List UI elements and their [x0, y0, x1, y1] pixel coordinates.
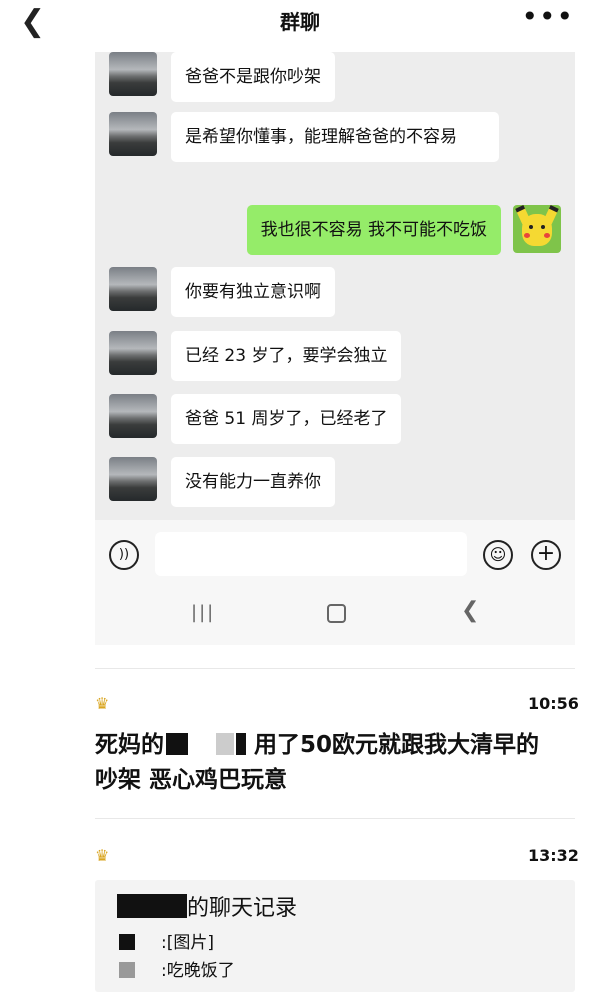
- post-text[interactable]: 死妈的 用了50欧元就跟我大清早的 吵架 恶心鸡巴玩意: [95, 728, 585, 798]
- plus-icon[interactable]: +: [531, 540, 561, 570]
- home-icon[interactable]: [327, 604, 346, 623]
- avatar[interactable]: [109, 52, 157, 96]
- message-bubble[interactable]: 是希望你懂事，能理解爸爸的不容易: [171, 112, 499, 162]
- chat-title: 群聊: [280, 9, 320, 34]
- post-time: 10:56: [528, 694, 579, 713]
- redaction-block: [166, 733, 188, 755]
- forward-title: 的聊天记录: [117, 890, 297, 922]
- avatar[interactable]: [109, 267, 157, 311]
- message-input[interactable]: [155, 532, 467, 576]
- input-bar: )) ☺ + ||| ❮: [95, 520, 575, 645]
- cheek-shape: [524, 233, 530, 238]
- eye-shape: [529, 225, 533, 229]
- message-bubble[interactable]: 没有能力一直养你: [171, 457, 335, 507]
- top-bar: ❮ 群聊 •••: [0, 0, 600, 40]
- crown-icon: ♛: [95, 846, 110, 865]
- system-nav-bar: ||| ❮: [95, 598, 575, 632]
- eye-shape: [541, 225, 545, 229]
- forwarded-chat-record[interactable]: 的聊天记录 :[图片] :吃晚饭了: [95, 880, 575, 992]
- message-row: 是希望你懂事，能理解爸爸的不容易: [109, 112, 499, 162]
- cheek-shape: [544, 233, 550, 238]
- redaction-block: [119, 962, 135, 978]
- redaction-block: [216, 733, 234, 755]
- message-row: 爸爸 51 周岁了，已经老了: [109, 394, 402, 444]
- more-dots-icon[interactable]: •••: [521, 0, 574, 33]
- redaction-block: [236, 733, 246, 755]
- emoji-icon[interactable]: ☺: [483, 540, 513, 570]
- crown-icon: ♛: [95, 694, 110, 713]
- message-bubble[interactable]: 爸爸 51 周岁了，已经老了: [171, 394, 402, 444]
- post-text-part: 用了50欧元就跟我大清早的: [254, 732, 540, 758]
- divider: [95, 668, 575, 669]
- redaction-block: [117, 894, 187, 918]
- avatar[interactable]: [109, 394, 157, 438]
- avatar[interactable]: [109, 331, 157, 375]
- forward-line: :[图片]: [117, 928, 214, 953]
- back-icon[interactable]: ❮: [461, 598, 479, 623]
- message-row: 你要有独立意识啊: [109, 267, 335, 317]
- post-time: 13:32: [528, 846, 579, 865]
- forward-line: :吃晚饭了: [117, 956, 235, 981]
- message-bubble[interactable]: 你要有独立意识啊: [171, 267, 335, 317]
- chat-screenshot: 爸爸不是跟你吵架 是希望你懂事，能理解爸爸的不容易 我也很不容易 我不可能不吃饭…: [95, 52, 575, 522]
- message-row: 爸爸不是跟你吵架: [109, 52, 335, 102]
- chevron-left-icon[interactable]: ❮: [20, 4, 45, 39]
- message-bubble[interactable]: 已经 23 岁了，要学会独立: [171, 331, 402, 381]
- message-bubble[interactable]: 爸爸不是跟你吵架: [171, 52, 335, 102]
- post-text-part: 死妈的: [95, 732, 164, 758]
- avatar[interactable]: [109, 457, 157, 501]
- message-row: 我也很不容易 我不可能不吃饭: [246, 205, 561, 255]
- face-shape: [522, 214, 552, 246]
- post-text-part: 吵架 恶心鸡巴玩意: [95, 767, 288, 793]
- voice-icon[interactable]: )): [109, 540, 139, 570]
- divider: [95, 818, 575, 819]
- message-bubble-mine[interactable]: 我也很不容易 我不可能不吃饭: [246, 205, 501, 255]
- redaction-block: [119, 934, 135, 950]
- recent-apps-icon[interactable]: |||: [191, 602, 215, 623]
- avatar[interactable]: [109, 112, 157, 156]
- pikachu-avatar[interactable]: [513, 205, 561, 253]
- message-row: 没有能力一直养你: [109, 457, 335, 507]
- message-row: 已经 23 岁了，要学会独立: [109, 331, 402, 381]
